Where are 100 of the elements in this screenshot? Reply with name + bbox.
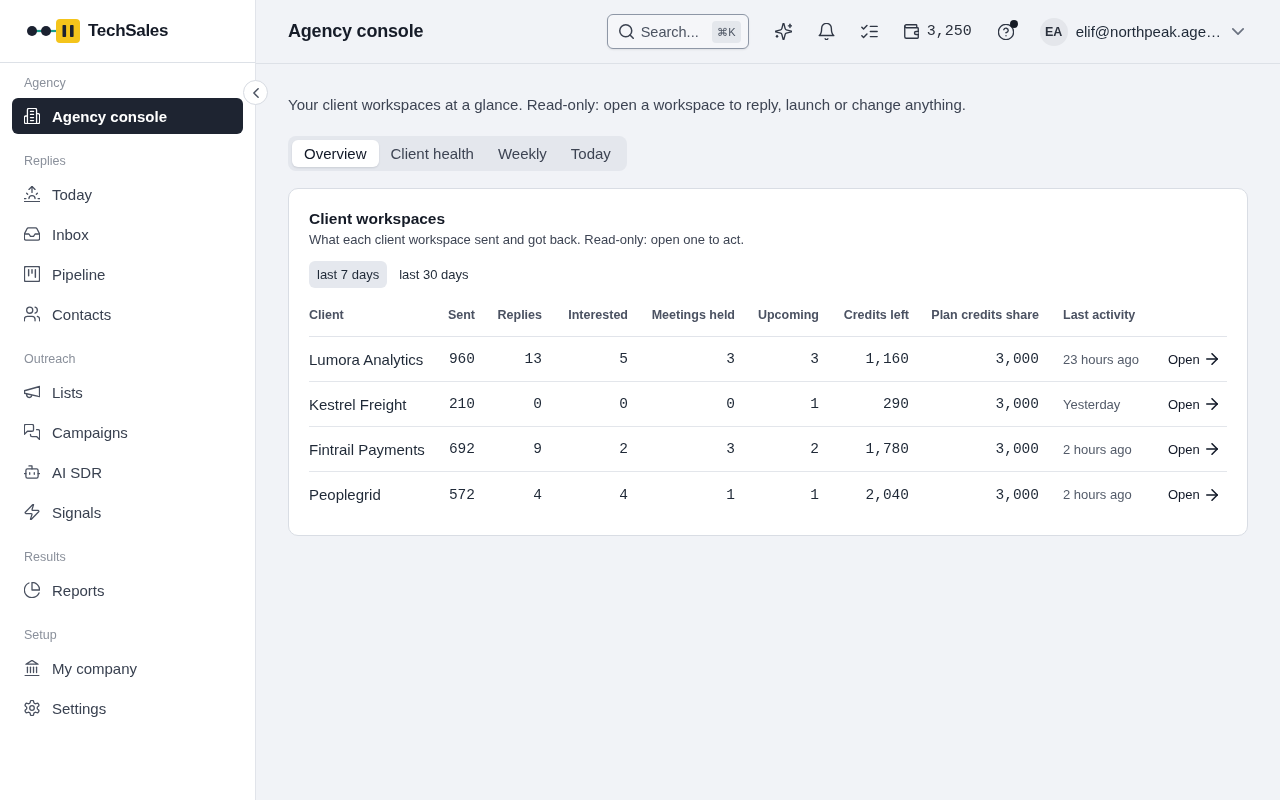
page-title: Agency console [288, 21, 424, 42]
search-input[interactable]: Search... [640, 23, 704, 40]
table-cell: 572 [448, 486, 475, 503]
nav-item[interactable]: Contacts [12, 296, 243, 332]
nav-item[interactable]: AI SDR [12, 454, 243, 490]
wallet-icon [903, 24, 919, 39]
tab[interactable]: Weekly [485, 140, 559, 167]
table-cell: 3,000 [995, 441, 1039, 457]
building-icon [24, 108, 40, 124]
table-cell: Peoplegrid [309, 486, 381, 503]
credits-button[interactable]: 3,250 [903, 23, 972, 40]
arrow-right-icon [1205, 443, 1218, 455]
table-cell: 23 hours ago [1063, 351, 1139, 367]
column-header: Sent [447, 307, 475, 322]
bell-icon[interactable] [817, 23, 835, 40]
column-header: Credits left [843, 307, 909, 322]
nav-item[interactable]: Today [12, 176, 243, 212]
megaphone-icon [24, 384, 40, 400]
column-header: Meetings held [651, 307, 735, 322]
table-cell: 4 [619, 486, 628, 503]
search-bar[interactable]: Search... ⌘K [606, 14, 749, 49]
kanban-board-icon [24, 266, 40, 282]
table-cell: 210 [448, 396, 475, 412]
table-cell: Yesterday [1063, 396, 1121, 412]
sparkles-icon[interactable] [774, 23, 792, 40]
nav-item[interactable]: Campaigns [12, 414, 243, 450]
nav-item[interactable]: Pipeline [12, 256, 243, 292]
table-cell: Lumora Analytics [309, 350, 424, 368]
arrow-right-icon [1205, 398, 1218, 410]
user-avatar[interactable]: EA [1039, 17, 1068, 46]
robot-icon [24, 464, 40, 480]
chevron-left-icon [252, 87, 259, 98]
nav-item[interactable]: Agency console [12, 98, 243, 134]
table-cell: 2 hours ago [1063, 441, 1132, 457]
section-label: Setup [23, 627, 57, 644]
search-icon [618, 24, 634, 39]
column-header: Replies [497, 307, 542, 322]
checklist-icon[interactable] [860, 23, 878, 40]
table-cell: 3 [726, 441, 735, 457]
open-link[interactable]: Open [1168, 487, 1218, 502]
table-cell: 290 [882, 396, 909, 412]
table-cell: 1 [726, 486, 735, 503]
settings-icon [24, 700, 40, 716]
sunrise-icon [24, 186, 40, 202]
inbox-icon [24, 226, 40, 242]
card-title: Client workspaces [309, 209, 446, 229]
logo-icon [26, 19, 80, 43]
card-subtitle: What each client workspace sent and got back. Read-only: open one to act. [309, 232, 745, 248]
table-cell: 4 [533, 486, 542, 503]
period-tab[interactable]: last 7 days [309, 261, 388, 288]
table-cell: Fintrail Payments [309, 440, 425, 458]
column-header: Interested [568, 307, 628, 322]
chevron-down-icon[interactable] [1232, 28, 1244, 35]
table-cell: 3,000 [995, 396, 1039, 412]
table-cell: 5 [619, 351, 628, 367]
table-cell: 0 [619, 396, 628, 412]
bank-icon [24, 660, 40, 676]
table-cell: 960 [448, 351, 475, 367]
open-link[interactable]: Open [1168, 441, 1218, 457]
keyboard-shortcut: ⌘K [712, 20, 741, 43]
table-cell: 3 [726, 351, 735, 367]
period-tab[interactable]: last 30 days [391, 261, 477, 288]
section-label: Outreach [23, 351, 76, 368]
table-cell: 3,000 [995, 351, 1039, 367]
nav-item[interactable]: My company [12, 650, 243, 686]
table-cell: 2 hours ago [1063, 487, 1132, 502]
column-header: Plan credits share [931, 307, 1039, 322]
column-header: Last activity [1063, 307, 1136, 322]
collapse-sidebar-button[interactable] [243, 80, 268, 105]
table-cell: 2 [619, 441, 628, 457]
open-link[interactable]: Open [1168, 351, 1218, 367]
nav-item[interactable]: Settings [12, 690, 243, 726]
table-cell: 0 [533, 396, 542, 412]
arrow-right-icon [1205, 353, 1218, 365]
brand-name: TechSales [88, 21, 169, 41]
table-cell: 1 [810, 396, 819, 412]
tab[interactable]: Client health [378, 140, 486, 167]
table-cell: 2,040 [865, 486, 909, 503]
table-cell: 2 [810, 441, 819, 457]
lightning-icon [24, 504, 40, 520]
table-cell: Kestrel Freight [309, 395, 407, 413]
tab[interactable]: Overview [292, 140, 379, 167]
section-label: Replies [23, 153, 66, 170]
tab[interactable]: Today [558, 140, 623, 167]
table-cell: 1 [810, 486, 819, 503]
nav-item[interactable]: Inbox [12, 216, 243, 252]
open-link[interactable]: Open [1168, 396, 1218, 412]
help-icon[interactable] [997, 23, 1014, 40]
nav-item[interactable]: Lists [12, 374, 243, 410]
chat-bubbles-icon [24, 424, 40, 440]
table-cell: 1,160 [865, 351, 909, 367]
nav-item[interactable]: Signals [12, 494, 243, 530]
pie-chart-icon [24, 582, 40, 598]
table-cell: 3,000 [995, 486, 1039, 503]
table-cell: 0 [726, 396, 735, 412]
nav-item[interactable]: Reports [12, 572, 243, 608]
page-description: Your client workspaces at a glance. Read-only: open a workspace to reply, launch or change anything. [288, 95, 966, 115]
column-header: Client [309, 307, 344, 322]
table-cell: 1,780 [865, 441, 909, 457]
table-cell: 13 [524, 351, 542, 367]
